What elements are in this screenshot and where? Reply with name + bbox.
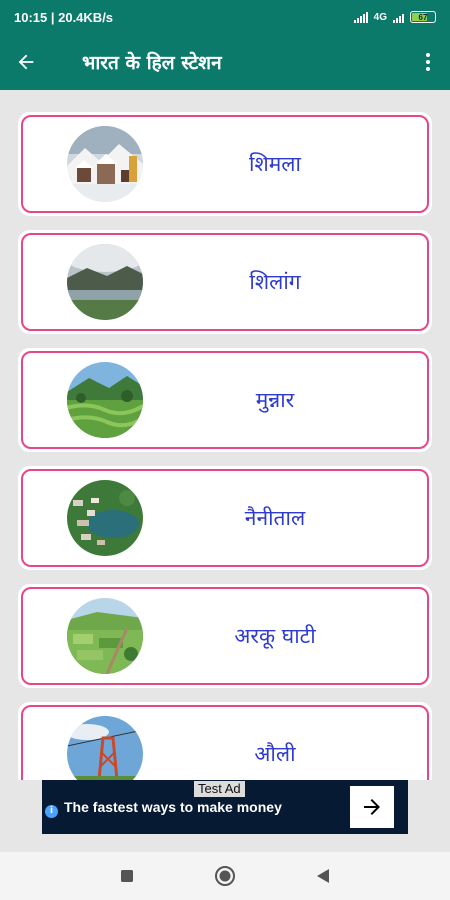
green-fields-valley-photo	[67, 598, 143, 674]
list-item-araku-valley[interactable]: अरकू घाटी	[18, 584, 432, 688]
green-tea-valley-photo	[67, 362, 143, 438]
back-button[interactable]	[0, 34, 52, 90]
ad-banner[interactable]: Test Ad i The fastest ways to make money	[42, 780, 408, 834]
list-item-shimla[interactable]: शिमला	[18, 112, 432, 216]
recent-apps-button[interactable]	[112, 861, 142, 891]
system-nav-bar	[0, 852, 450, 900]
back-triangle-icon	[317, 869, 329, 883]
snowy-town-photo	[67, 126, 143, 202]
station-name: नैनीताल	[244, 506, 306, 530]
more-vert-icon	[426, 53, 430, 57]
home-icon	[215, 866, 235, 886]
network-type: 4G	[373, 11, 387, 23]
station-name: शिलांग	[249, 270, 301, 294]
arrow-right-icon	[364, 799, 380, 815]
hill-station-list[interactable]: शिमला शिलांग मुन्नार नैनीताल अरकू घाटी औ…	[0, 90, 450, 780]
app-bar: भारत के हिल स्टेशन	[0, 34, 450, 90]
ad-tag: Test Ad	[194, 781, 245, 797]
cloudy-lake-valley-photo	[67, 244, 143, 320]
page-title: भारत के हिल स्टेशन	[82, 52, 222, 74]
home-button[interactable]	[210, 861, 240, 891]
status-bar: 10:15 | 20.4KB/s 4G 67	[0, 0, 450, 34]
ad-text: The fastest ways to make money	[64, 799, 282, 815]
status-icons: 4G 67	[353, 11, 436, 23]
status-time-speed: 10:15 | 20.4KB/s	[14, 9, 114, 25]
ad-arrow-button[interactable]	[350, 786, 394, 828]
list-item-shillong[interactable]: शिलांग	[18, 230, 432, 334]
station-name: औली	[254, 742, 296, 766]
station-name: मुन्नार	[255, 388, 295, 412]
ropeway-tower-photo	[67, 716, 143, 780]
system-back-button[interactable]	[308, 861, 338, 891]
station-name: अरकू घाटी	[234, 624, 316, 648]
battery-level: 67	[418, 12, 428, 22]
signal-icon	[353, 11, 368, 23]
recent-apps-icon	[121, 870, 133, 882]
signal-icon-2	[393, 12, 404, 23]
back-arrow-icon	[18, 54, 34, 70]
more-options-button[interactable]	[406, 34, 450, 90]
station-name: शिमला	[249, 152, 301, 176]
lake-town-aerial-photo	[67, 480, 143, 556]
battery-icon: 67	[410, 11, 436, 23]
ad-info-icon[interactable]: i	[45, 805, 58, 818]
list-item-nainital[interactable]: नैनीताल	[18, 466, 432, 570]
list-item-auli[interactable]: औली	[18, 702, 432, 780]
list-item-munnar[interactable]: मुन्नार	[18, 348, 432, 452]
